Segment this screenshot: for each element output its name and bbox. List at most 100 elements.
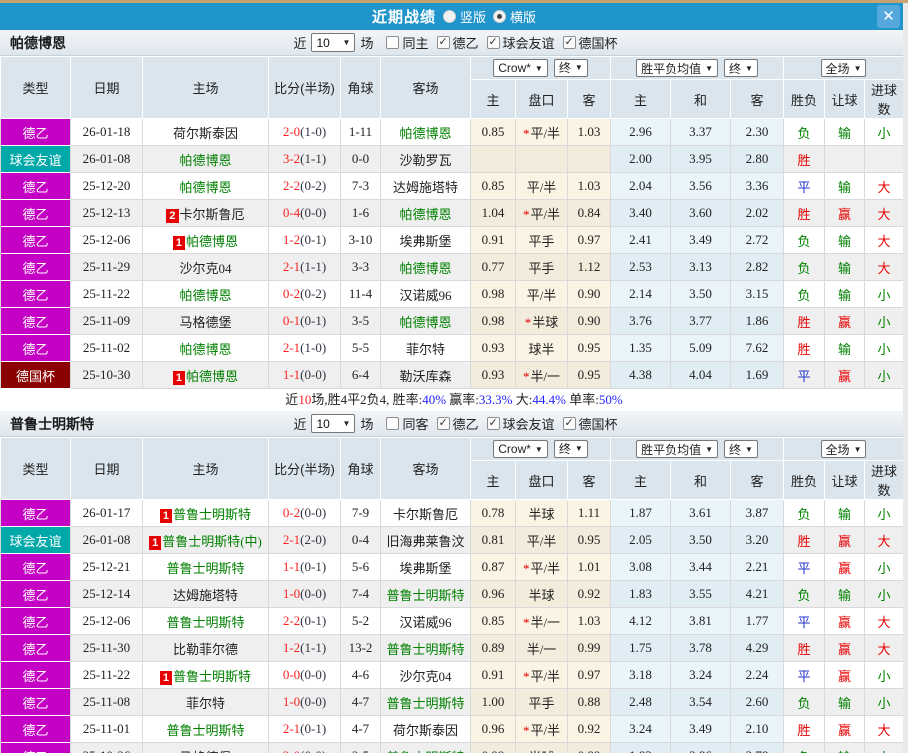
match-row: 德乙 25-12-21 普鲁士明斯特 1-1(0-1) 5-6 埃弗斯堡 0.87 *平/半 1… [0,553,905,581]
league-checkbox-cup[interactable]: 德国杯 [562,414,618,433]
near-label: 近 [293,417,307,432]
home-team: 帕德博恩 [142,172,269,200]
avg-odds-select[interactable]: 胜平负均值 ▼ [636,59,718,77]
fullmatch-select[interactable]: 全场 ▼ [820,59,867,77]
avg-home: 1.35 [610,334,671,362]
odds-company-select[interactable]: Crow* ▼ [493,59,548,78]
avg-group-header: 胜平负均值 ▼ 终 ▼ [609,56,785,80]
close-icon[interactable]: ✕ [877,5,900,28]
handicap-star: * [522,206,530,222]
avg-home: 4.12 [610,607,671,635]
match-row: 德乙 25-11-09 马格德堡 0-1(0-1) 3-5 帕德博恩 0.98 *半球 0.90… [0,307,905,335]
avg-final-select[interactable]: 终 ▼ [724,59,758,77]
chevron-down-icon: ▼ [853,444,862,454]
match-date: 26-01-18 [70,118,143,146]
match-row: 德乙 25-11-01 普鲁士明斯特 2-1(0-1) 4-7 荷尔斯泰因 0.96 *平/半… [0,715,905,743]
result-goals: 小 [864,553,905,581]
league-checkbox-friendly[interactable]: 球会友谊 [486,33,555,52]
dialog-titlebar: 近期战绩 竖版 横版 ✕ [0,3,908,30]
match-date: 25-12-13 [70,199,143,227]
summary-segment: 场,胜4平2负4, 胜率: [311,392,423,407]
same-venue-checkbox[interactable]: 同客 [386,414,429,433]
rank-badge: 1 [172,370,186,385]
team-name-text: 菲尔特 [405,341,445,357]
fulltime-score: 2-1 [282,259,301,274]
league-checkbox-friendly[interactable]: 球会友谊 [486,414,555,433]
match-count-select[interactable]: 10 ▼ [311,33,356,52]
corners: 5-6 [340,553,381,581]
odds-final-select[interactable]: 终 ▼ [553,58,588,77]
halftime-score: (1-1) [300,151,327,166]
orientation-vertical-radio[interactable]: 竖版 [442,7,486,26]
fulltime-score: 1-0 [282,586,301,601]
home-team: 1 普鲁士明斯特 [142,499,269,527]
halftime-score: (0-2) [300,178,327,193]
avg-draw: 3.50 [670,526,731,554]
team-name-text: 荷尔斯泰因 [172,125,238,141]
handicap: *半/一 [515,361,568,389]
away-team: 普鲁士明斯特 [380,742,471,753]
avg-home: 2.00 [610,145,671,173]
same-venue-checkbox[interactable]: 同主 [386,33,429,52]
results-table-2: 类型 日期 主场 比分(半场) 角球 客场 Crow* ▼ 终 ▼ 胜平负均值 ▼ 终 ▼ … [0,437,905,753]
odds-company-select[interactable]: Crow* ▼ [493,440,548,459]
odds-home: 0.87 [470,553,516,581]
odds-away: 1.11 [567,499,611,527]
league-checkbox-cup[interactable]: 德国杯 [562,33,618,52]
match-count-select[interactable]: 10 ▼ [311,414,356,433]
checkbox-icon [486,35,500,49]
halftime-score: (0-0) [300,205,327,220]
result-handicap: 赢 [824,307,866,335]
odds-away: 0.92 [567,715,611,743]
odds-away: 0.90 [567,280,611,308]
team-name: 帕德博恩 [10,34,66,51]
odds-final-select[interactable]: 终 ▼ [553,439,588,458]
result-goals: 小 [864,361,905,389]
match-date: 25-11-30 [70,634,143,662]
avg-home: 1.83 [610,580,671,608]
odds-home: 0.78 [470,499,516,527]
home-team: 普鲁士明斯特 [142,715,269,743]
header-away: 客场 [380,56,471,119]
result-outcome: 胜 [783,334,826,362]
corners: 3-3 [340,253,381,281]
home-team: 达姆施塔特 [142,580,269,608]
avg-odds-select[interactable]: 胜平负均值 ▼ [636,440,718,458]
handicap: *半/一 [515,607,568,635]
handicap: *半球 [515,307,568,335]
handicap-star: * [522,668,530,684]
chevron-down-icon: ▼ [745,63,753,73]
fulltime-score: 1-1 [282,367,301,382]
subheader-avg-draw: 和 [670,79,731,119]
team-name-text: 埃弗斯堡 [399,560,452,576]
result-handicap: 赢 [824,361,866,389]
avg-final-select[interactable]: 终 ▼ [724,440,758,458]
corners: 7-3 [340,172,381,200]
odds-away: 0.97 [567,226,611,254]
odds-away: 1.03 [567,118,611,146]
summary-segment: 大: [512,392,533,407]
fulltime-score: 1-0 [282,694,301,709]
result-handicap: 输 [824,742,866,753]
orientation-horizontal-radio[interactable]: 横版 [493,7,536,26]
league-checkbox-bundesliga2[interactable]: 德乙 [436,414,479,433]
subheader-goals: 进球数 [864,79,905,119]
match-score: 3-2(1-1) [268,145,341,173]
fullmatch-select[interactable]: 全场 ▼ [820,440,867,458]
corners: 4-7 [340,688,381,716]
result-goals: 小 [864,742,905,753]
odds-group-header: Crow* ▼ 终 ▼ [470,437,611,461]
result-outcome: 负 [783,742,826,753]
match-type-badge: 德乙 [0,661,71,689]
subheader-outcome: 胜负 [783,460,826,500]
avg-away: 4.29 [729,634,785,662]
result-goals: 大 [864,199,905,227]
match-type-badge: 德乙 [0,118,71,146]
match-score: 2-0(0-0) [268,742,341,753]
chevron-down-icon: ▼ [705,444,713,454]
header-corner: 角球 [340,56,381,119]
avg-draw: 5.09 [670,334,731,362]
handicap-star: * [522,722,530,738]
odds-home: 0.89 [470,634,516,662]
league-checkbox-bundesliga2[interactable]: 德乙 [436,33,479,52]
